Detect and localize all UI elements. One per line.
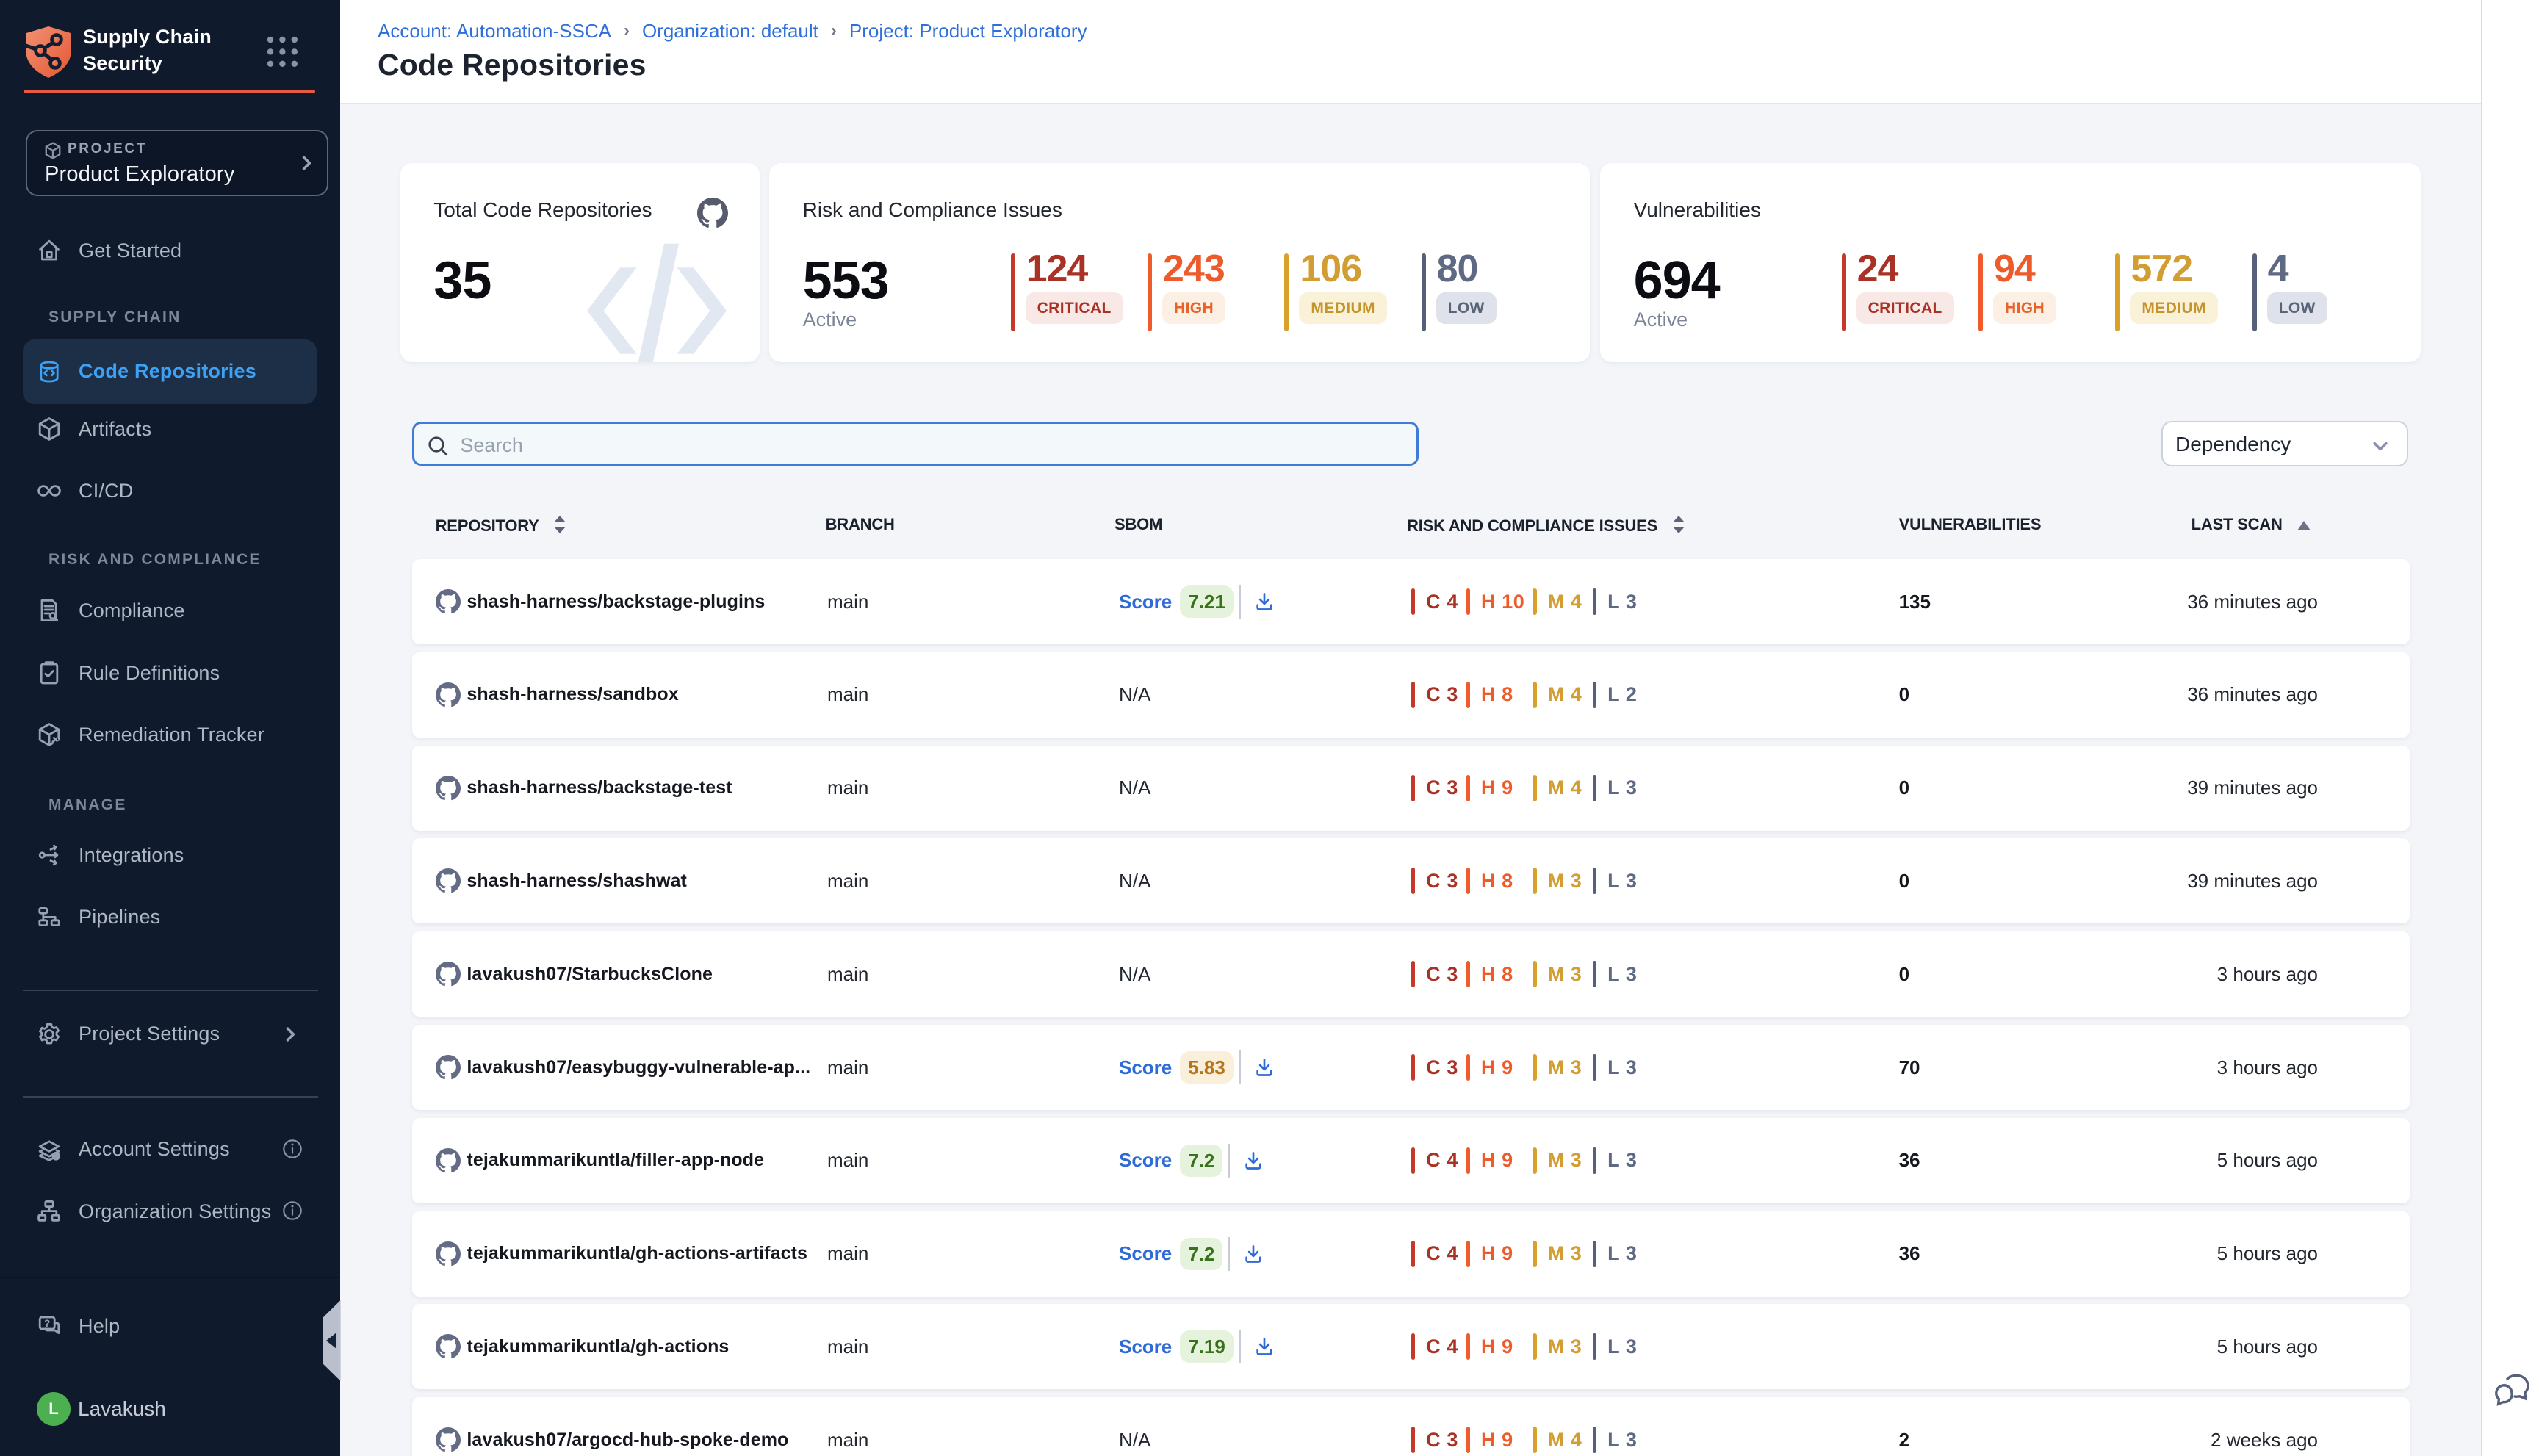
svg-text:?: ? <box>44 1318 50 1329</box>
